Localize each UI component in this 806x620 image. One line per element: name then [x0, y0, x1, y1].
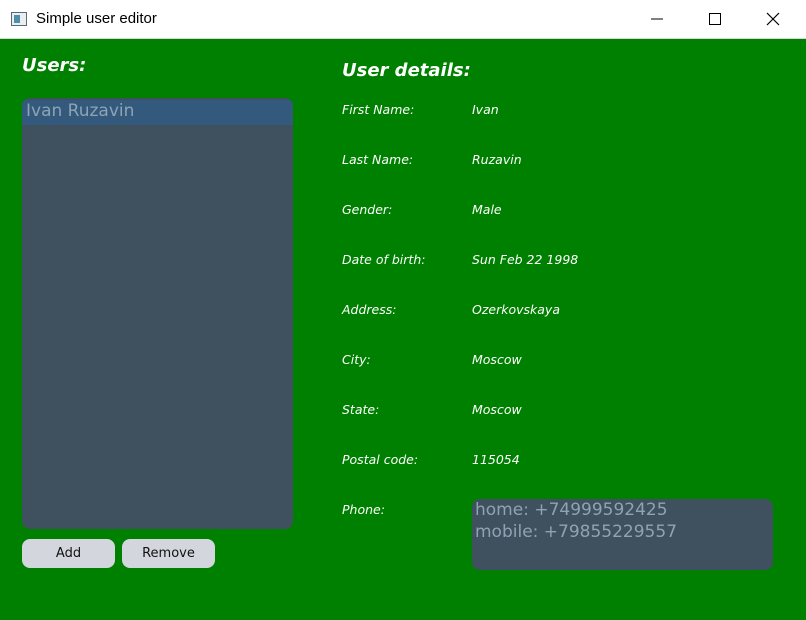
maximize-button[interactable] — [686, 0, 744, 38]
postal-code-label: Postal code: — [342, 452, 419, 467]
title-bar[interactable]: Simple user editor — [0, 0, 806, 39]
state-label: State: — [342, 402, 380, 417]
close-icon — [766, 12, 780, 26]
user-details-heading: User details: — [342, 60, 471, 81]
window-title: Simple user editor — [36, 10, 157, 27]
first-name-label: First Name: — [342, 102, 415, 117]
user-list-item-label: Ivan Ruzavin — [26, 101, 135, 121]
add-button[interactable]: Add — [22, 539, 115, 568]
state-value: Moscow — [472, 402, 522, 417]
phone-label: Phone: — [342, 502, 385, 517]
app-window-icon — [11, 12, 27, 26]
first-name-value: Ivan — [472, 102, 499, 117]
maximize-icon — [709, 13, 721, 25]
date-of-birth-value: Sun Feb 22 1998 — [472, 252, 579, 267]
remove-button[interactable]: Remove — [122, 539, 215, 568]
date-of-birth-label: Date of birth: — [342, 252, 426, 267]
last-name-value: Ruzavin — [472, 152, 522, 167]
last-name-label: Last Name: — [342, 152, 414, 167]
close-button[interactable] — [744, 0, 802, 38]
phone-list[interactable]: home: +74999592425 mobile: +79855229557 — [472, 499, 773, 570]
address-value: Ozerkovskaya — [472, 302, 560, 317]
phone-home[interactable]: home: +74999592425 — [472, 499, 773, 521]
gender-label: Gender: — [342, 202, 393, 217]
city-label: City: — [342, 352, 371, 367]
user-list[interactable]: Ivan Ruzavin — [22, 98, 293, 529]
users-heading: Users: — [22, 55, 87, 76]
phone-mobile[interactable]: mobile: +79855229557 — [472, 521, 773, 543]
city-value: Moscow — [472, 352, 522, 367]
address-label: Address: — [342, 302, 397, 317]
user-list-item-selected[interactable]: Ivan Ruzavin — [22, 100, 293, 125]
minimize-button[interactable] — [628, 0, 686, 38]
gender-value: Male — [472, 202, 502, 217]
minimize-icon — [651, 18, 663, 20]
app-window: Simple user editor Users: Ivan Ruzavin A… — [0, 0, 806, 620]
postal-code-value: 115054 — [472, 452, 520, 467]
